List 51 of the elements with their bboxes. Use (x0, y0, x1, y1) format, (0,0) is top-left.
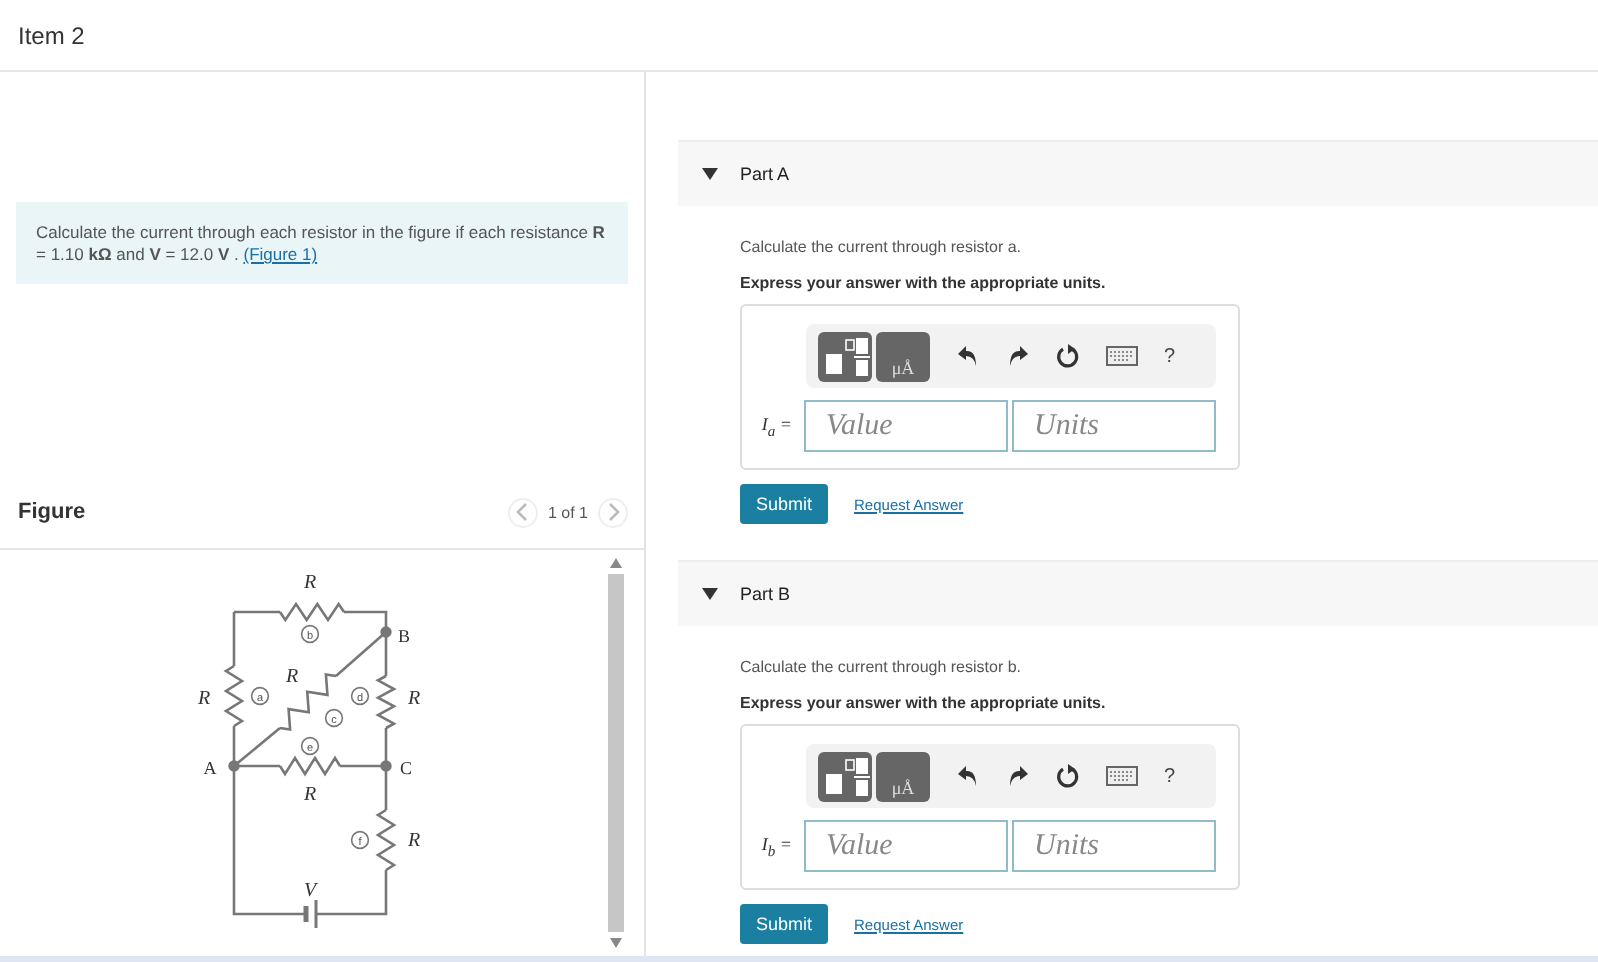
resistor-label: R (303, 572, 317, 594)
redo-icon[interactable] (1006, 344, 1030, 368)
keyboard-icon[interactable] (1106, 766, 1138, 786)
resistor-label: R (197, 688, 211, 710)
undo-icon[interactable] (956, 764, 980, 788)
source-label: V (303, 880, 317, 902)
template-button[interactable] (818, 751, 872, 801)
keyboard-icon[interactable] (1106, 346, 1138, 366)
resistor-label: R (285, 666, 299, 688)
scrollbar[interactable] (606, 554, 626, 948)
submit-button[interactable]: Submit (740, 484, 829, 524)
instruction-text: Express your answer with the appropriate units. (740, 274, 1108, 292)
node-label: B (398, 626, 410, 646)
reset-icon[interactable] (1056, 764, 1080, 788)
problem-text: Calculate the current through each resistor in the figure if each resistance R = 1.10 kΩ and V = 12.0 V . (Figure 1) (36, 222, 607, 266)
units-field[interactable]: Units (1012, 820, 1216, 872)
redo-icon[interactable] (1006, 764, 1030, 788)
variable-label: I$_{a}$ = (759, 413, 794, 439)
units-button[interactable]: μÅ (876, 751, 930, 801)
question-text: Calculate the current through resistor a. (740, 238, 1024, 256)
undo-icon[interactable] (956, 344, 980, 368)
variable-label: I$_{b}$ = (759, 833, 794, 859)
question-text: Calculate the current through resistor b. (740, 658, 1024, 676)
node-label: A (203, 758, 217, 778)
item-title: Item 2 (18, 21, 85, 49)
scrollbar-thumb[interactable] (608, 574, 624, 932)
instruction-text: Express your answer with the appropriate units. (740, 694, 1108, 712)
resistor-label: R (407, 830, 421, 852)
node-label: C (400, 758, 412, 778)
arrow-up-icon (610, 558, 622, 568)
submit-button[interactable]: Submit (740, 904, 829, 944)
page-indicator: 1 of 1 (547, 503, 588, 521)
help-button[interactable]: ? (1164, 765, 1176, 787)
value-field[interactable]: Value (804, 400, 1008, 452)
part-header[interactable]: Part B (678, 560, 1598, 626)
part-title: Part B (740, 584, 791, 604)
units-button[interactable]: μÅ (876, 331, 930, 381)
template-button[interactable] (818, 331, 872, 381)
part-title: Part A (740, 164, 790, 184)
arrow-down-icon (610, 938, 622, 948)
help-button[interactable]: ? (1164, 345, 1176, 367)
reset-icon[interactable] (1056, 344, 1080, 368)
chevron-right-icon (605, 502, 621, 522)
value-field[interactable]: Value (804, 820, 1008, 872)
resistor-label: R (303, 784, 317, 806)
figure-link[interactable]: (Figure 1) (243, 244, 318, 264)
units-field[interactable]: Units (1012, 400, 1216, 452)
resistor-label: R (407, 688, 421, 710)
part-header[interactable]: Part A (678, 140, 1598, 206)
chevron-left-icon (514, 502, 531, 522)
figure-title: Figure (18, 500, 86, 524)
